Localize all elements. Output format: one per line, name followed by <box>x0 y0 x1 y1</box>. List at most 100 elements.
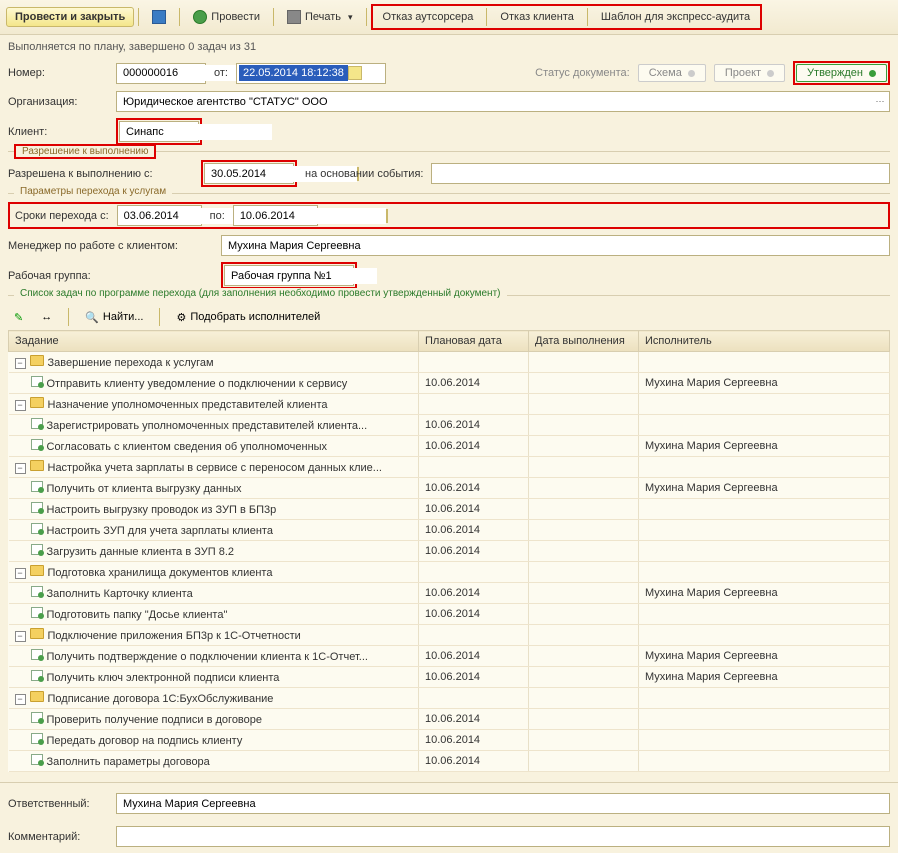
separator <box>366 8 367 26</box>
express-template-button[interactable]: Шаблон для экспресс-аудита <box>592 7 759 27</box>
plan-date-cell: 10.06.2014 <box>419 730 529 751</box>
table-row[interactable]: Проверить получение подписи в договоре10… <box>9 709 890 730</box>
task-title: Подготовить папку "Досье клиента" <box>47 609 228 621</box>
select-icon[interactable]: ⋯ <box>873 95 887 109</box>
print-button[interactable]: Печать <box>278 6 362 28</box>
refresh-button[interactable]: ↔ <box>35 309 58 325</box>
client-input-wrap[interactable] <box>119 121 199 142</box>
table-row[interactable]: Получить ключ электронной подписи клиент… <box>9 667 890 688</box>
folder-icon <box>30 460 44 471</box>
based-on-input[interactable] <box>434 166 887 182</box>
status-approved[interactable]: Утвержден <box>796 64 887 82</box>
table-row[interactable]: −Завершение перехода к услугам <box>9 352 890 373</box>
manager-input[interactable] <box>224 238 887 254</box>
save-icon-button[interactable] <box>143 6 175 28</box>
table-row[interactable]: Передать договор на подпись клиенту10.06… <box>9 730 890 751</box>
period-from-wrap[interactable] <box>117 205 202 226</box>
group-label: Рабочая группа: <box>8 270 213 282</box>
calendar-icon[interactable] <box>348 66 362 80</box>
reject-client-button[interactable]: Отказ клиента <box>491 7 582 27</box>
plan-date-cell <box>419 688 529 709</box>
group-input[interactable] <box>227 268 377 284</box>
status-project[interactable]: Проект <box>714 64 785 82</box>
from-label: от: <box>214 67 228 79</box>
executor-cell <box>639 520 890 541</box>
done-date-cell <box>529 730 639 751</box>
task-icon <box>31 439 43 450</box>
date-input-wrap[interactable]: 22.05.2014 18:12:38 <box>236 63 386 84</box>
post-button[interactable]: Провести <box>184 6 269 28</box>
folder-icon <box>30 628 44 639</box>
based-on-wrap[interactable] <box>431 163 890 184</box>
progress-status: Выполняется по плану, завершено 0 задач … <box>0 35 898 59</box>
table-row[interactable]: Настроить ЗУП для учета зарплаты клиента… <box>9 520 890 541</box>
period-to-wrap[interactable] <box>233 205 318 226</box>
done-date-cell <box>529 478 639 499</box>
run-icon <box>193 10 207 24</box>
comment-label: Комментарий: <box>8 831 108 843</box>
responsible-wrap[interactable] <box>116 793 890 814</box>
tree-toggle-icon[interactable]: − <box>15 694 26 705</box>
table-row[interactable]: Зарегистрировать уполномоченных представ… <box>9 415 890 436</box>
col-plan-date[interactable]: Плановая дата <box>419 331 529 352</box>
table-row[interactable]: −Подключение приложения БП3р к 1С-Отчетн… <box>9 625 890 646</box>
tree-toggle-icon[interactable]: − <box>15 463 26 474</box>
table-row[interactable]: Заполнить параметры договора10.06.2014 <box>9 751 890 772</box>
tree-toggle-icon[interactable]: − <box>15 358 26 369</box>
group-wrap[interactable] <box>224 265 354 286</box>
table-header-row: Задание Плановая дата Дата выполнения Ис… <box>9 331 890 352</box>
executor-cell <box>639 352 890 373</box>
calendar-icon[interactable] <box>386 209 388 223</box>
table-row[interactable]: Получить от клиента выгрузку данных10.06… <box>9 478 890 499</box>
manager-wrap[interactable] <box>221 235 890 256</box>
tree-toggle-icon[interactable]: − <box>15 400 26 411</box>
done-date-cell <box>529 646 639 667</box>
col-done-date[interactable]: Дата выполнения <box>529 331 639 352</box>
find-label: Найти... <box>103 311 144 323</box>
executor-cell <box>639 541 890 562</box>
responsible-label: Ответственный: <box>8 798 108 810</box>
status-scheme[interactable]: Схема <box>638 64 706 82</box>
period-to-input[interactable] <box>236 208 386 224</box>
pick-executors-button[interactable]: ⚙Подобрать исполнителей <box>170 309 326 326</box>
task-icon <box>31 586 43 597</box>
done-date-cell <box>529 541 639 562</box>
table-row[interactable]: Отправить клиенту уведомление о подключе… <box>9 373 890 394</box>
col-executor[interactable]: Исполнитель <box>639 331 890 352</box>
responsible-input[interactable] <box>119 796 887 812</box>
executor-cell: Мухина Мария Сергеевна <box>639 583 890 604</box>
table-row[interactable]: −Назначение уполномоченных представителе… <box>9 394 890 415</box>
executor-cell: Мухина Мария Сергеевна <box>639 373 890 394</box>
period-label: Сроки перехода с: <box>15 210 109 222</box>
tasks-table[interactable]: Задание Плановая дата Дата выполнения Ис… <box>8 330 890 772</box>
table-row[interactable]: Заполнить Карточку клиента10.06.2014Мухи… <box>9 583 890 604</box>
permission-title: Разрешение к выполнению <box>14 144 156 159</box>
table-row[interactable]: Настроить выгрузку проводок из ЗУП в БП3… <box>9 499 890 520</box>
org-input-wrap[interactable]: ⋯ <box>116 91 890 112</box>
table-row[interactable]: Подготовить папку "Досье клиента"10.06.2… <box>9 604 890 625</box>
reject-outsourcer-button[interactable]: Отказ аутсорсера <box>374 7 483 27</box>
task-title: Отправить клиенту уведомление о подключе… <box>47 378 348 390</box>
executor-cell <box>639 625 890 646</box>
col-task[interactable]: Задание <box>9 331 419 352</box>
plan-date-cell <box>419 562 529 583</box>
client-input[interactable] <box>122 124 272 140</box>
number-input-wrap[interactable] <box>116 63 206 84</box>
edit-button[interactable]: ✎ <box>8 309 29 326</box>
allowed-from-wrap[interactable] <box>204 163 294 184</box>
comment-wrap[interactable] <box>116 826 890 847</box>
table-row[interactable]: Получить подтверждение о подключении кли… <box>9 646 890 667</box>
comment-input[interactable] <box>119 829 887 845</box>
table-row[interactable]: −Подписание договора 1С:БухОбслуживание <box>9 688 890 709</box>
tree-toggle-icon[interactable]: − <box>15 631 26 642</box>
tree-toggle-icon[interactable]: − <box>15 568 26 579</box>
table-row[interactable]: Загрузить данные клиента в ЗУП 8.210.06.… <box>9 541 890 562</box>
table-row[interactable]: −Настройка учета зарплаты в сервисе с пе… <box>9 457 890 478</box>
transition-title: Параметры перехода к услугам <box>14 186 172 197</box>
org-input[interactable] <box>119 94 873 110</box>
find-button[interactable]: 🔍Найти... <box>79 309 149 326</box>
table-row[interactable]: Согласовать с клиентом сведения об уполн… <box>9 436 890 457</box>
save-close-button[interactable]: Провести и закрыть <box>6 7 134 27</box>
executor-cell: Мухина Мария Сергеевна <box>639 478 890 499</box>
table-row[interactable]: −Подготовка хранилища документов клиента <box>9 562 890 583</box>
